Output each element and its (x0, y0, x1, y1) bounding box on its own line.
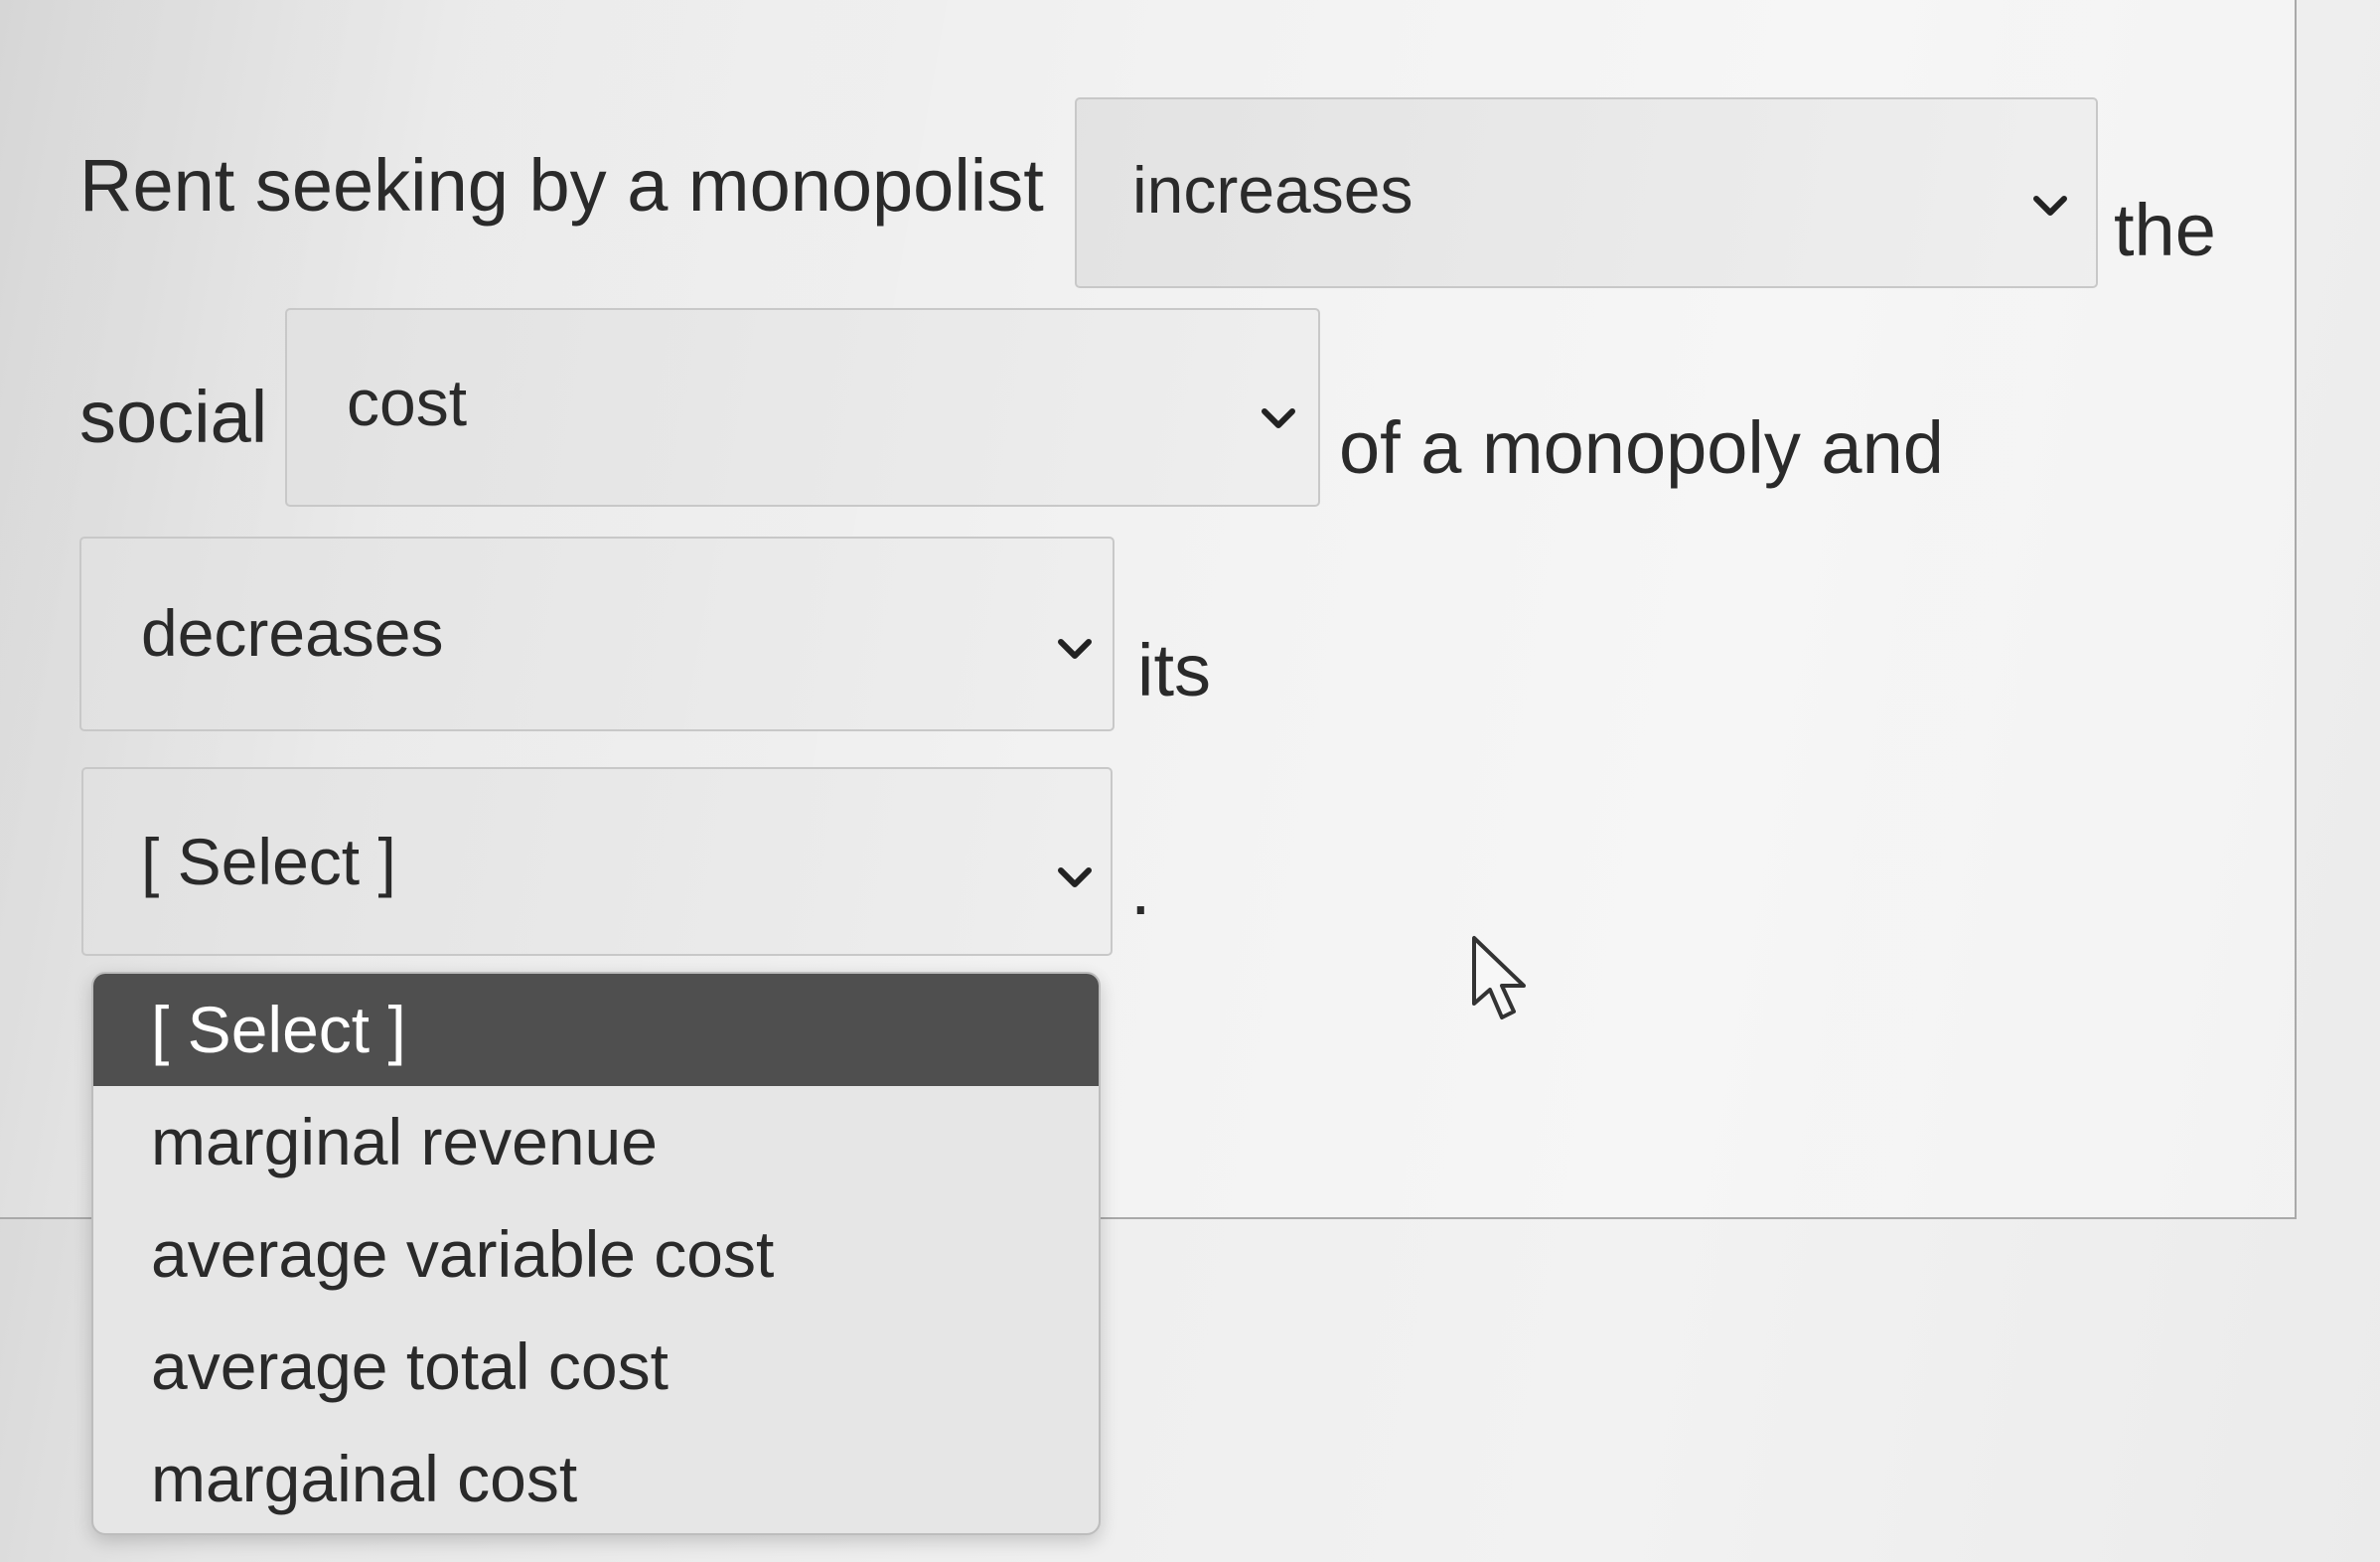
option-margainal-cost[interactable]: margainal cost (93, 1423, 1099, 1533)
sentence-text-3: social (79, 376, 268, 458)
dropdown-effect-1[interactable]: increases (1075, 97, 2098, 288)
chevron-down-icon (1262, 408, 1295, 428)
option-average-variable-cost[interactable]: average variable cost (93, 1198, 1099, 1311)
dropdown-effect-2[interactable]: decreases (79, 537, 1115, 731)
sentence-text-5: its (1137, 629, 1211, 711)
option-select-placeholder[interactable]: [ Select ] (93, 974, 1099, 1086)
sentence-text-1: Rent seeking by a monopolist (79, 144, 1044, 227)
mouse-pointer-icon (1472, 936, 1526, 1019)
chevron-down-icon (2033, 196, 2067, 216)
dropdown-cost-type-value: [ Select ] (141, 825, 396, 898)
dropdown-cost-type[interactable]: [ Select ] (81, 767, 1113, 956)
dropdown-measure-value: cost (347, 366, 468, 439)
option-marginal-revenue[interactable]: marginal revenue (93, 1086, 1099, 1198)
sentence-text-6: . (1130, 848, 1151, 930)
chevron-down-icon (1058, 639, 1092, 659)
dropdown-effect-2-value: decreases (141, 596, 444, 670)
dropdown-effect-1-value: increases (1132, 153, 1413, 227)
option-average-total-cost[interactable]: average total cost (93, 1311, 1099, 1423)
dropdown-measure[interactable]: cost (285, 308, 1320, 507)
cost-type-options-list: [ Select ] marginal revenue average vari… (91, 972, 1101, 1535)
sentence-text-2: the (2114, 189, 2216, 271)
sentence-text-4: of a monopoly and (1339, 406, 1944, 489)
chevron-down-icon (1058, 867, 1092, 887)
